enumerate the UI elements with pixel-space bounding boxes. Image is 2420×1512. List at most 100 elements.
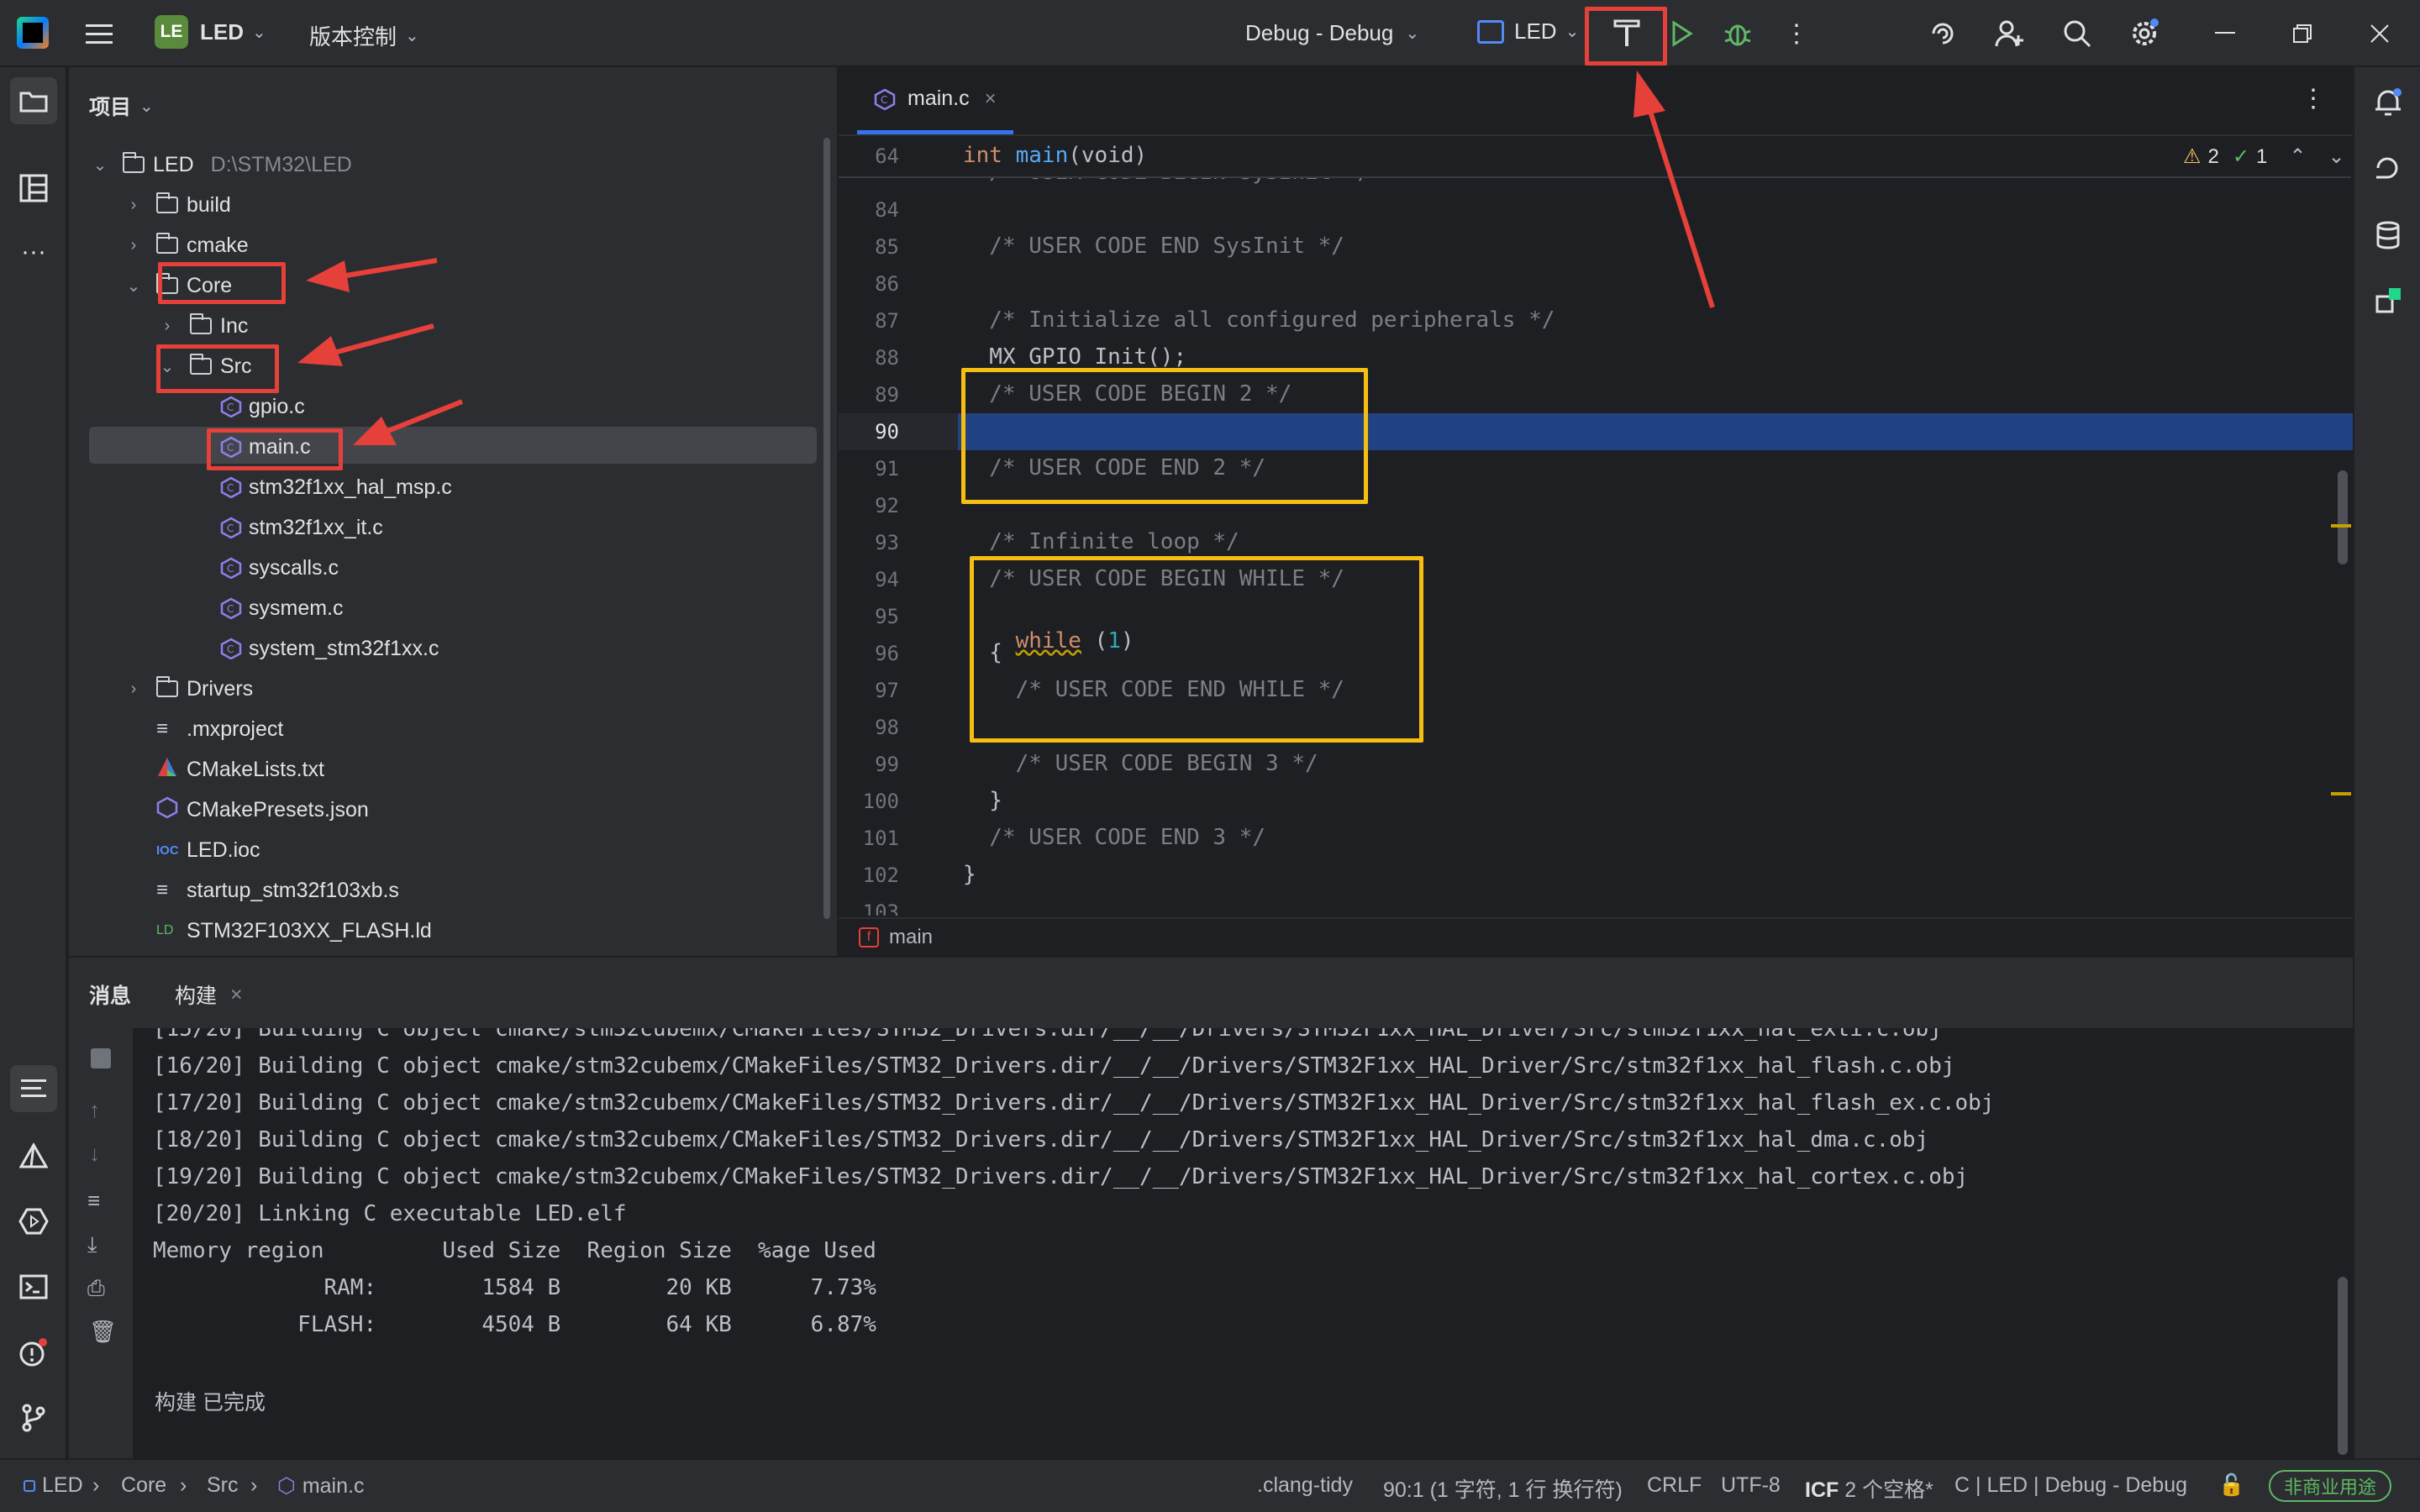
code-line[interactable]: }: [963, 788, 1002, 813]
output-line: [19/20] Building C object cmake/stm32cub…: [153, 1164, 1969, 1189]
tree-item-hal-msp-c[interactable]: C stm32f1xx_hal_msp.c: [220, 467, 452, 507]
git-tool-button[interactable]: [10, 1394, 57, 1441]
more-tools-icon[interactable]: ···: [10, 228, 57, 276]
indent-settings[interactable]: ICF 2 个空格*: [1805, 1473, 1933, 1504]
license-badge[interactable]: 非商业用途: [2269, 1470, 2392, 1502]
tab-messages[interactable]: 消息: [89, 979, 131, 1010]
tree-item-flash-ld[interactable]: LD STM32F103XX_FLASH.ld: [156, 911, 432, 951]
line-separator[interactable]: CRLF: [1647, 1473, 1702, 1498]
sticky-header[interactable]: 64 int main(void) ⚠ 2 ✓ 1 ⌃ ⌄: [839, 136, 2351, 178]
arrow-down-icon[interactable]: ↓: [89, 1141, 100, 1167]
close-tab-icon[interactable]: ×: [230, 983, 243, 1007]
build-output[interactable]: [15/20] Building C object cmake/stm32cub…: [134, 1028, 2336, 1418]
debug-button[interactable]: [1719, 15, 1756, 52]
search-icon[interactable]: [2059, 15, 2096, 52]
folder-icon: [190, 313, 212, 334]
tree-item-sysmem-c[interactable]: C sysmem.c: [220, 588, 344, 628]
status-bar: LED › Core › Src › ⬡ main.c .clang-tidy 9…: [0, 1458, 2420, 1512]
tree-item-startup-s[interactable]: ≡ startup_stm32f103xb.s: [156, 870, 399, 911]
add-user-icon[interactable]: [1991, 15, 2028, 52]
code-line[interactable]: /* Initialize all configured peripherals…: [963, 307, 1555, 333]
problems-tool-button[interactable]: [10, 1329, 57, 1376]
editor-options-icon[interactable]: ⋮: [2301, 84, 2326, 113]
output-scrollbar[interactable]: [2338, 1277, 2348, 1455]
close-window-icon[interactable]: [2356, 15, 2403, 52]
run-button[interactable]: [1664, 15, 1701, 52]
structure-tool-button[interactable]: [10, 165, 57, 212]
main-menu-icon[interactable]: [82, 17, 116, 50]
clang-tidy-status[interactable]: .clang-tidy: [1257, 1473, 1353, 1498]
code-line[interactable]: /* USER CODE END SysInit */: [963, 234, 1344, 259]
run-config-selector[interactable]: Debug - Debug ⌄: [1245, 20, 1419, 46]
chevron-up-icon[interactable]: ⌃: [2289, 144, 2306, 169]
file-encoding[interactable]: UTF-8: [1721, 1473, 1781, 1498]
editor-scrollbar[interactable]: [2338, 470, 2348, 564]
tree-item-drivers[interactable]: › Drivers: [123, 669, 253, 709]
target-selector[interactable]: LED ⌄: [1477, 18, 1579, 45]
tree-item-inc[interactable]: › Inc: [156, 306, 248, 346]
print-icon[interactable]: ⎙: [87, 1275, 105, 1302]
tree-item-mxproject[interactable]: ≡ .mxproject: [156, 709, 283, 749]
tree-item-syscalls-c[interactable]: C syscalls.c: [220, 548, 339, 588]
trash-icon[interactable]: 🗑: [89, 1319, 117, 1345]
ai-assistant-icon[interactable]: [1924, 15, 1961, 52]
project-tool-button[interactable]: [10, 77, 57, 124]
tree-item-it-c[interactable]: C stm32f1xx_it.c: [220, 507, 383, 548]
code-line[interactable]: /* Infinite loop */: [963, 529, 1239, 554]
vcs-menu[interactable]: 版本控制 ⌄: [309, 20, 419, 51]
code-line[interactable]: }: [963, 862, 976, 887]
tree-item-cmakelists[interactable]: CMakeLists.txt: [156, 749, 324, 790]
tree-item-cmake[interactable]: › cmake: [123, 225, 249, 265]
status-crumb-project[interactable]: LED: [24, 1473, 83, 1498]
tab-main-c[interactable]: C main.c ×: [857, 67, 1013, 134]
project-scrollbar[interactable]: [823, 138, 830, 919]
messages-tool-button[interactable]: [10, 1065, 57, 1112]
soft-wrap-icon[interactable]: ≡: [87, 1188, 100, 1214]
ai-chat-icon[interactable]: [2365, 144, 2412, 192]
svg-text:C: C: [227, 482, 234, 494]
line-number: 100: [862, 790, 899, 813]
scroll-to-end-icon[interactable]: ⤓: [87, 1231, 97, 1258]
arrow-up-icon[interactable]: ↑: [89, 1097, 100, 1123]
notifications-bell-icon[interactable]: [2365, 79, 2412, 126]
tree-item-led-ioc[interactable]: IOC LED.ioc: [156, 830, 260, 870]
caret-position[interactable]: 90:1 (1 字符, 1 行 换行符): [1383, 1473, 1623, 1504]
tree-item-build[interactable]: › build: [123, 185, 231, 225]
restore-window-icon[interactable]: [2279, 15, 2326, 52]
asm-file-icon: ≡: [156, 879, 169, 901]
tree-item-cmakepresets[interactable]: CMakePresets.json: [156, 790, 369, 830]
cmake-tool-button[interactable]: [10, 1132, 57, 1179]
minimize-window-icon[interactable]: [2202, 15, 2249, 52]
stop-icon[interactable]: [91, 1048, 111, 1068]
code-line[interactable]: /* USER CODE END 3 */: [963, 825, 1265, 850]
code-line[interactable]: /* USER CODE BEGIN 3 */: [963, 751, 1318, 776]
warning-marker[interactable]: [2331, 792, 2351, 795]
database-icon[interactable]: [2365, 212, 2412, 259]
tree-item-root[interactable]: ⌄ LED D:\STM32\LED: [89, 144, 352, 185]
more-actions-icon[interactable]: ⋮: [1780, 15, 1813, 52]
inspection-widget[interactable]: ⚠ 2 ✓ 1 ⌃ ⌄: [2183, 144, 2345, 169]
line-number: 96: [875, 642, 899, 665]
lock-icon[interactable]: 🔓: [2218, 1473, 2244, 1498]
status-crumb-file[interactable]: ⬡ main.c: [277, 1473, 364, 1499]
project-switcher[interactable]: LE LED ⌄: [155, 15, 266, 49]
terminal-tool-button[interactable]: [10, 1263, 57, 1310]
resolve-context[interactable]: C | LED | Debug - Debug: [1954, 1473, 2187, 1498]
services-tool-button[interactable]: [10, 1198, 57, 1245]
settings-gear-icon[interactable]: [2126, 15, 2163, 52]
chevron-down-icon: ⌄: [252, 23, 266, 42]
project-panel-header[interactable]: 项目 ⌄: [89, 91, 154, 121]
indent-label: 2 个空格*: [1844, 1478, 1933, 1502]
close-tab-icon[interactable]: ×: [985, 87, 997, 111]
status-crumb-src[interactable]: Src: [207, 1473, 239, 1498]
crumb-label: LED: [42, 1473, 83, 1497]
warning-marker[interactable]: [2331, 524, 2351, 528]
editor-breadcrumb[interactable]: f main: [839, 917, 2353, 956]
tab-build[interactable]: 构建 ×: [175, 979, 243, 1010]
chevron-down-icon[interactable]: ⌄: [2328, 144, 2344, 169]
folder-icon: [19, 92, 48, 113]
status-crumb-core[interactable]: Core: [121, 1473, 166, 1498]
plugin-icon[interactable]: [2365, 277, 2412, 324]
code-line[interactable]: MX_GPIO_Init();: [963, 344, 1186, 370]
tree-item-system-c[interactable]: C system_stm32f1xx.c: [220, 628, 439, 669]
